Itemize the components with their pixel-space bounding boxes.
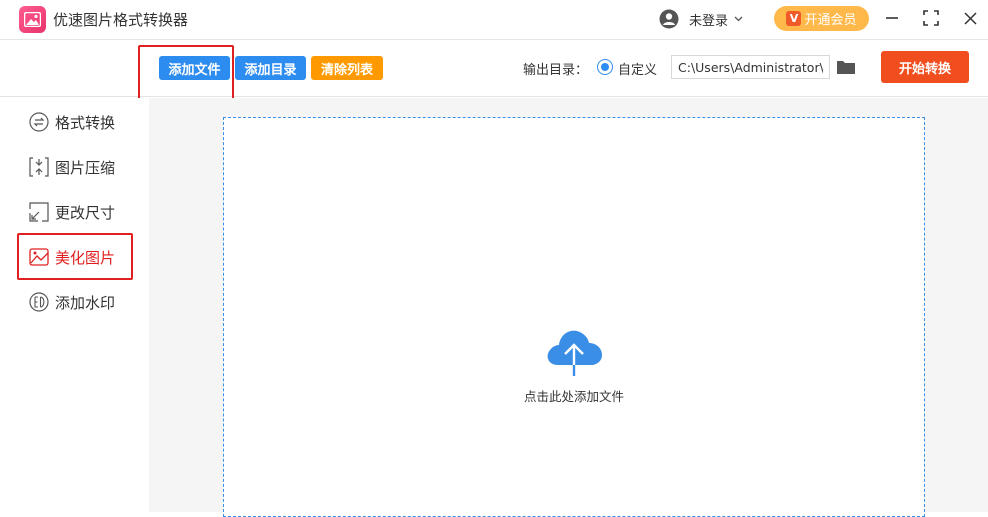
close-button[interactable]: [961, 9, 979, 27]
sidebar-item-format-convert[interactable]: 格式转换: [29, 109, 115, 135]
minimize-button[interactable]: [883, 9, 901, 27]
output-path-field[interactable]: [671, 55, 830, 79]
app-title: 优速图片格式转换器: [53, 11, 189, 29]
folder-icon[interactable]: [836, 59, 856, 75]
vip-label: 开通会员: [804, 13, 857, 28]
add-file-highlight: [138, 45, 234, 100]
add-directory-button[interactable]: 添加目录: [235, 56, 306, 80]
maximize-icon: [923, 10, 939, 26]
user-avatar-icon: [659, 9, 679, 29]
vip-button[interactable]: V 开通会员: [774, 6, 869, 31]
clear-list-button[interactable]: 清除列表: [311, 56, 383, 80]
close-icon: [963, 11, 977, 25]
custom-output-radio[interactable]: [597, 59, 613, 75]
beautify-highlight: [17, 233, 133, 280]
sidebar-item-label: 更改尺寸: [55, 203, 116, 222]
watermark-icon: [29, 292, 49, 312]
format-convert-icon: [29, 112, 49, 132]
login-menu[interactable]: 未登录: [659, 8, 743, 30]
sidebar-item-resize[interactable]: 更改尺寸: [29, 199, 115, 225]
maximize-button[interactable]: [922, 9, 940, 27]
resize-icon: [29, 202, 49, 222]
dropzone-hint: 点击此处添加文件: [523, 389, 624, 404]
sidebar-item-label: 添加水印: [55, 293, 116, 312]
custom-output-label[interactable]: 自定义: [618, 59, 657, 78]
sidebar-item-label: 格式转换: [55, 113, 116, 132]
output-directory-label: 输出目录：: [523, 63, 589, 78]
compress-icon: [29, 157, 49, 177]
sidebar-item-label: 图片压缩: [55, 158, 116, 177]
sidebar: 格式转换 图片压缩 更改尺寸 美化图片 添加水印: [0, 98, 149, 512]
sidebar-item-compress[interactable]: 图片压缩: [29, 154, 115, 180]
start-convert-button[interactable]: 开始转换: [881, 51, 969, 83]
app-logo-icon: [19, 6, 46, 33]
main-area: 点击此处添加文件: [149, 98, 988, 517]
title-bar: 优速图片格式转换器 未登录 V 开通会员: [0, 0, 988, 40]
toolbar: 添加文件 添加目录 清除列表 输出目录： 自定义 开始转换: [0, 41, 988, 100]
vip-badge-icon: V: [786, 11, 802, 26]
minimize-icon: [886, 17, 898, 19]
chevron-down-icon: [734, 16, 743, 22]
login-label: 未登录: [689, 13, 729, 29]
sidebar-item-watermark[interactable]: 添加水印: [29, 289, 115, 315]
file-dropzone[interactable]: 点击此处添加文件: [223, 117, 925, 517]
cloud-upload-icon: [547, 330, 602, 376]
